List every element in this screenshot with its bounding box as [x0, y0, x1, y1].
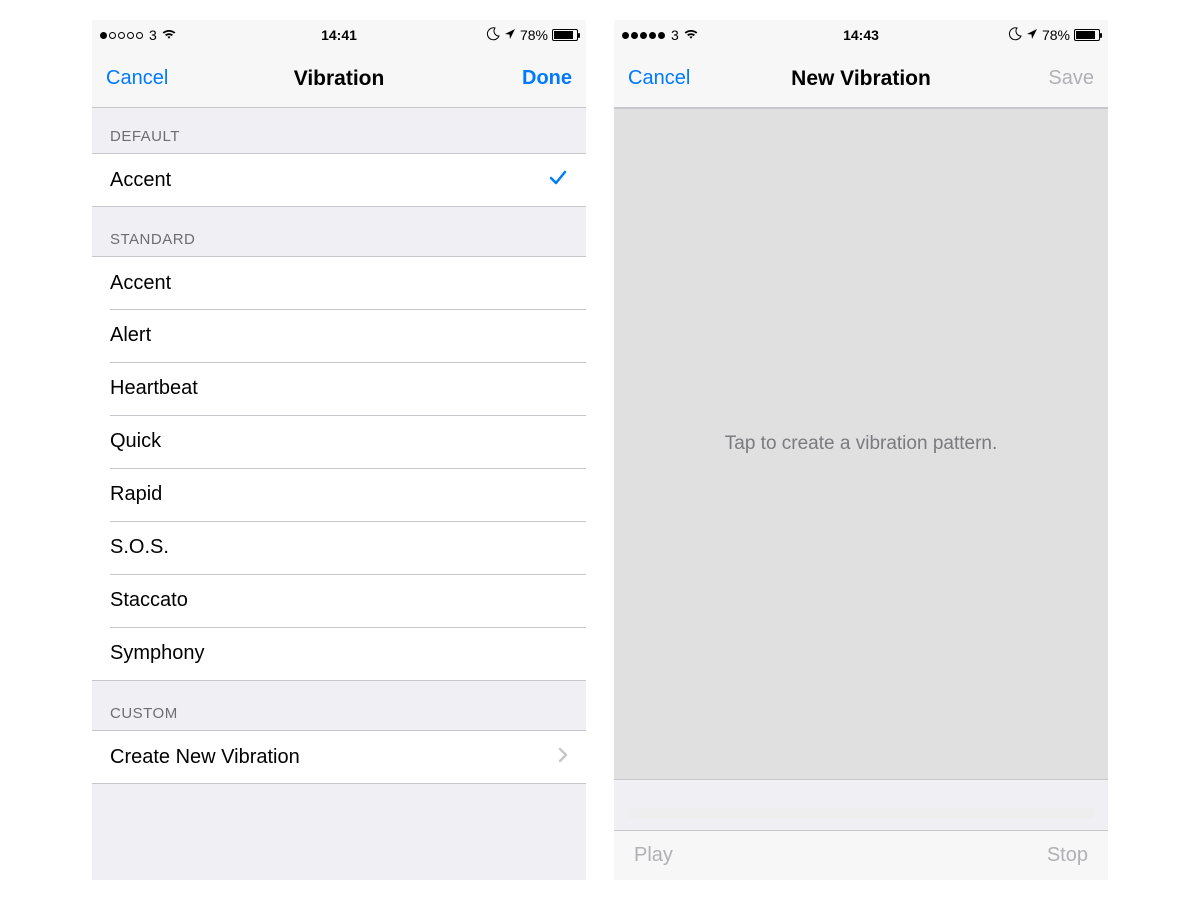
carrier-label: 3 [149, 27, 157, 43]
section-header-custom: CUSTOM [92, 681, 586, 730]
vibration-option-heartbeat[interactable]: Heartbeat [92, 362, 586, 415]
section-header-standard: STANDARD [92, 207, 586, 256]
battery-percent: 78% [520, 27, 548, 43]
vibration-option-symphony[interactable]: Symphony [92, 627, 586, 680]
status-bar: 3 14:41 78% [92, 20, 586, 50]
cell-label: Accent [110, 272, 171, 295]
stop-button[interactable]: Stop [1047, 844, 1088, 867]
cell-label: Symphony [110, 642, 205, 665]
vibration-tap-area[interactable]: Tap to create a vibration pattern. [614, 108, 1108, 780]
cell-label: Accent [110, 169, 171, 192]
carrier-label: 3 [671, 27, 679, 43]
vibration-option-default-accent[interactable]: Accent [92, 153, 586, 206]
cancel-button[interactable]: Cancel [628, 67, 690, 90]
battery-icon [552, 29, 578, 41]
battery-icon [1074, 29, 1100, 41]
location-icon [1026, 27, 1038, 43]
signal-strength-icon [622, 32, 665, 39]
cell-label: Alert [110, 324, 151, 347]
create-new-vibration[interactable]: Create New Vibration [92, 730, 586, 783]
tap-hint: Tap to create a vibration pattern. [725, 433, 998, 455]
do-not-disturb-icon [1008, 27, 1022, 44]
vibration-option-accent[interactable]: Accent [92, 256, 586, 309]
nav-bar: Cancel New Vibration Save [614, 50, 1108, 108]
status-bar: 3 14:43 78% [614, 20, 1108, 50]
cancel-button[interactable]: Cancel [106, 67, 168, 90]
vibration-option-staccato[interactable]: Staccato [92, 574, 586, 627]
play-button[interactable]: Play [634, 844, 673, 867]
done-button[interactable]: Done [522, 67, 572, 90]
phone-new-vibration: 3 14:43 78% Cancel New Vibration Save [614, 20, 1108, 880]
cell-label: S.O.S. [110, 536, 169, 559]
phone-vibration-list: 3 14:41 78% Cancel Vibration Done [92, 20, 586, 880]
vibration-option-rapid[interactable]: Rapid [92, 468, 586, 521]
battery-percent: 78% [1042, 27, 1070, 43]
cell-label: Create New Vibration [110, 746, 300, 769]
vibration-list: DEFAULT Accent STANDARD Accent Alert Hea… [92, 108, 586, 880]
cell-label: Heartbeat [110, 377, 198, 400]
checkmark-icon [548, 167, 568, 193]
vibration-timeline [628, 808, 1094, 818]
cell-label: Staccato [110, 589, 188, 612]
vibration-option-quick[interactable]: Quick [92, 415, 586, 468]
wifi-icon [683, 27, 699, 43]
cell-label: Rapid [110, 483, 162, 506]
nav-bar: Cancel Vibration Done [92, 50, 586, 108]
location-icon [504, 27, 516, 43]
section-header-default: DEFAULT [92, 108, 586, 153]
vibration-option-alert[interactable]: Alert [92, 309, 586, 362]
new-vibration-body: Tap to create a vibration pattern. Play … [614, 108, 1108, 880]
cell-label: Quick [110, 430, 161, 453]
chevron-right-icon [558, 746, 568, 769]
playback-toolbar: Play Stop [614, 830, 1108, 880]
wifi-icon [161, 27, 177, 43]
do-not-disturb-icon [486, 27, 500, 44]
save-button[interactable]: Save [1048, 67, 1094, 90]
vibration-option-sos[interactable]: S.O.S. [92, 521, 586, 574]
signal-strength-icon [100, 32, 143, 39]
